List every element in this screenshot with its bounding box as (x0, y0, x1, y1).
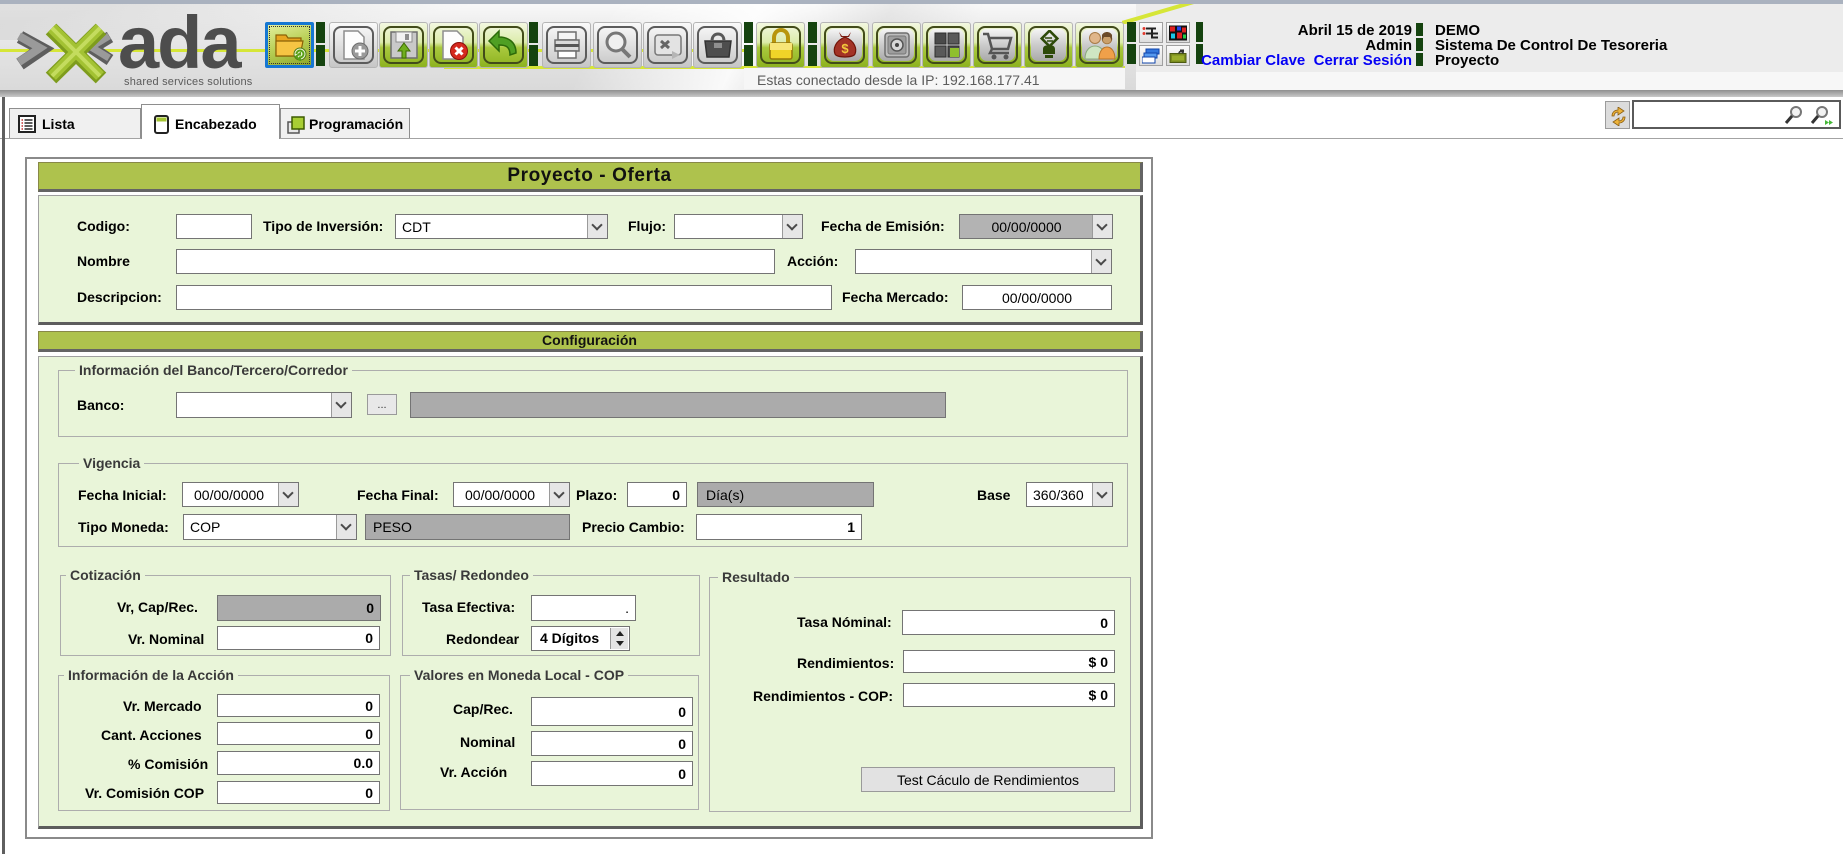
svg-text:$: $ (841, 41, 849, 56)
svg-text:shared services solutions: shared services solutions (124, 76, 253, 88)
svg-text:ada: ada (118, 4, 242, 84)
